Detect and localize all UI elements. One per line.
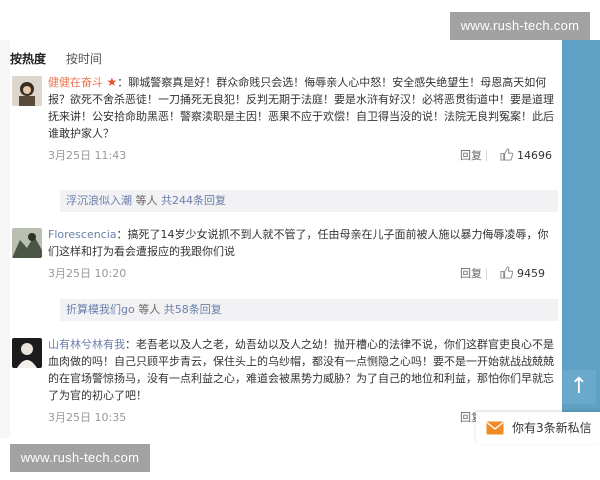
divider [486,268,487,280]
watermark-bottom: www.rush-tech.com [10,444,150,472]
comment-content: ：搞死了14岁少女说抓不到人就不管了，任由母亲在儿子面前被人施以暴力侮辱凌辱，你… [48,228,549,258]
comment-username[interactable]: 山有林兮林有我 [48,338,125,351]
divider [486,150,487,162]
sub-reply-username[interactable]: 浮沉浪似入潮 [66,194,132,207]
comment-content: ：聊城警察真是好！群众命贱只会选！侮辱亲人心中怒！安全感失绝望生！母恩高天如何报… [48,76,554,140]
member-badge-icon: ★ [106,75,118,89]
weibo-comments-frame: 按热度 按时间 健健在奋斗 ★：聊城警察真是好！群众命贱只会选！侮辱亲人心中怒！… [0,40,600,438]
like-count: 9459 [517,267,545,280]
comment-time: 3月25日 10:20 [48,267,127,280]
comment-time: 3月25日 10:35 [48,411,127,424]
reply-button[interactable]: 回复 [460,264,482,284]
thumbs-up-icon [500,148,514,161]
like-button[interactable]: 9459 [500,264,545,284]
scroll-to-top-button[interactable]: ↑ [562,370,596,404]
comment-text: 山有林兮林有我：老吾老以及人之老，幼吾幼以及人之幼！抛开槽心的法律不说，你们这群… [48,336,556,404]
notification-text: 你有3条新私信 [512,421,592,435]
reply-button[interactable]: 回复 [460,146,482,166]
comments-panel: 按热度 按时间 健健在奋斗 ★：聊城警察真是好！群众命贱只会选！侮辱亲人心中怒！… [10,40,562,438]
comment-text: Florescencia：搞死了14岁少女说抓不到人就不管了，任由母亲在儿子面前… [48,226,556,260]
avatar[interactable] [12,338,42,368]
comment-meta: 3月25日 11:43 回复 14696 [48,146,556,166]
sub-reply-count-link[interactable]: 共58条回复 [164,303,222,316]
sort-bar: 按热度 按时间 [10,48,550,70]
comment-username[interactable]: Florescencia [48,228,117,241]
like-button[interactable]: 14696 [500,146,552,166]
watermark-top: www.rush-tech.com [450,12,590,40]
tab-sort-by-hot[interactable]: 按热度 [10,48,46,70]
avatar[interactable] [12,76,42,106]
sub-reply-middle: 等人 [134,303,164,316]
comment-text: 健健在奋斗 ★：聊城警察真是好！群众命贱只会选！侮辱亲人心中怒！安全感失绝望生！… [48,74,556,142]
sub-reply-summary[interactable]: 浮沉浪似入潮 等人 共244条回复 [60,190,558,212]
sub-reply-username[interactable]: 折算模我们go [66,303,135,316]
tab-sort-by-time[interactable]: 按时间 [66,48,102,70]
sub-reply-summary[interactable]: 折算模我们go 等人 共58条回复 [60,299,558,321]
sub-reply-middle: 等人 [132,194,161,207]
mail-icon [486,415,504,444]
thumbs-up-icon [500,266,514,279]
comment-time: 3月25日 11:43 [48,149,127,162]
private-message-notification[interactable]: 你有3条新私信 [476,412,600,444]
like-count: 14696 [517,149,552,162]
sub-reply-count-link[interactable]: 共244条回复 [161,194,226,207]
comment-username[interactable]: 健健在奋斗 [48,76,103,89]
comment-meta: 3月25日 10:20 回复 9459 [48,264,556,284]
avatar[interactable] [12,228,42,258]
